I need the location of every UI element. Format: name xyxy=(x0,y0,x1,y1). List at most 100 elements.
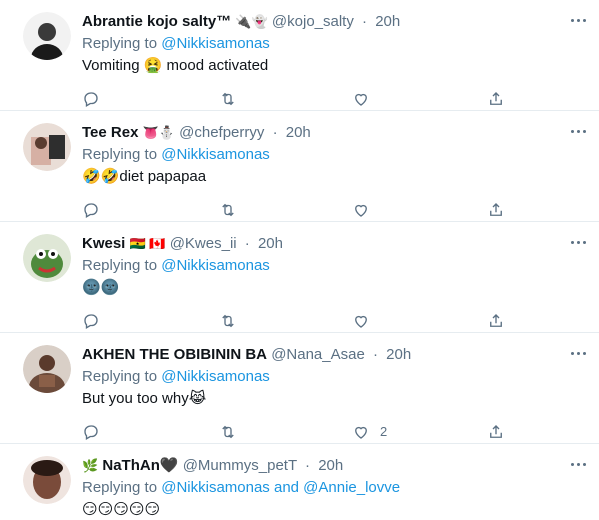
like-count: 2 xyxy=(380,424,388,439)
reply-button[interactable] xyxy=(82,201,100,221)
separator-dot: · xyxy=(362,13,368,30)
name-emoji: 🌿 xyxy=(82,458,99,473)
retweet-button[interactable] xyxy=(219,201,237,221)
replying-to: Replying to @Nikkisamonas and @Annie_lov… xyxy=(82,478,400,498)
share-icon xyxy=(490,425,502,438)
replying-to: Replying to @Nikkisamonas xyxy=(82,367,270,387)
replying-to-label: Replying to xyxy=(82,368,158,385)
share-icon xyxy=(490,203,502,216)
separator-dot: · xyxy=(244,235,250,252)
tweet-text: 🤣🤣diet papapaa xyxy=(82,168,207,185)
reply-button[interactable] xyxy=(82,312,100,332)
tweet-text: 🌚🌚 xyxy=(82,279,120,296)
tweet-header: AKHEN THE OBIBININ BA @Nana_Asae · 20h xyxy=(82,345,559,365)
timestamp[interactable]: 20h xyxy=(318,457,343,474)
timestamp[interactable]: 20h xyxy=(258,235,283,252)
tweet-card[interactable]: Tee Rex 👅⛄ @chefperryy · 20h Replying to… xyxy=(0,111,599,222)
reply-icon xyxy=(84,314,98,329)
tweet-card[interactable]: Abrantie kojo salty™ 🔌👻 @kojo_salty · 20… xyxy=(0,0,599,111)
tweet-text: 😏😏😏😏😏 xyxy=(82,501,161,518)
avatar[interactable] xyxy=(23,123,71,171)
retweet-icon xyxy=(222,425,234,439)
timestamp[interactable]: 20h xyxy=(386,346,411,363)
retweet-icon xyxy=(222,92,234,106)
tweet-actions: 2 xyxy=(82,423,512,443)
name-emoji: 🇬🇭 🇨🇦 xyxy=(129,236,166,251)
mention-link[interactable]: @Nikkisamonas xyxy=(161,368,270,385)
reply-icon xyxy=(84,203,98,218)
retweet-button[interactable] xyxy=(219,90,237,110)
tweet-card[interactable]: 🌿 NaThAn🖤 @Mummys_petT · 20h Replying to… xyxy=(0,444,599,519)
tweet-actions xyxy=(82,201,512,221)
replying-to: Replying to @Nikkisamonas xyxy=(82,145,270,165)
tweet-card[interactable]: AKHEN THE OBIBININ BA @Nana_Asae · 20h R… xyxy=(0,333,599,444)
mention-link[interactable]: @Nikkisamonas xyxy=(161,146,270,163)
like-button[interactable] xyxy=(352,90,370,110)
display-name[interactable]: Kwesi xyxy=(82,235,125,252)
reply-button[interactable] xyxy=(82,90,100,110)
reply-feed: Abrantie kojo salty™ 🔌👻 @kojo_salty · 20… xyxy=(0,0,599,519)
tweet-text: Vomiting 🤮 mood activated xyxy=(82,57,269,74)
mention-link[interactable]: @Nikkisamonas and @Annie_lovve xyxy=(161,479,400,496)
heart-icon xyxy=(355,204,367,217)
avatar[interactable] xyxy=(23,456,71,504)
like-button[interactable] xyxy=(352,201,370,221)
display-name[interactable]: NaThAn🖤 xyxy=(102,457,178,474)
avatar[interactable] xyxy=(23,345,71,393)
name-emoji: 👅⛄ xyxy=(142,125,175,140)
more-options-icon[interactable] xyxy=(569,12,587,30)
timestamp[interactable]: 20h xyxy=(375,13,400,30)
share-icon xyxy=(490,314,502,327)
retweet-icon xyxy=(222,314,234,328)
mention-link[interactable]: @Nikkisamonas xyxy=(161,35,270,52)
tweet-card[interactable]: Kwesi 🇬🇭 🇨🇦 @Kwes_ii · 20h Replying to @… xyxy=(0,222,599,333)
more-options-icon[interactable] xyxy=(569,123,587,141)
share-button[interactable] xyxy=(487,201,505,221)
heart-icon xyxy=(355,315,367,328)
user-handle[interactable]: @Nana_Asae xyxy=(271,346,365,363)
tweet-header: Tee Rex 👅⛄ @chefperryy · 20h xyxy=(82,123,559,143)
name-emoji: 🔌👻 xyxy=(235,14,268,29)
replying-to: Replying to @Nikkisamonas xyxy=(82,34,270,54)
share-button[interactable] xyxy=(487,312,505,332)
replying-to-label: Replying to xyxy=(82,146,158,163)
user-handle[interactable]: @chefperryy xyxy=(179,124,264,141)
like-button[interactable] xyxy=(352,312,370,332)
reply-button[interactable] xyxy=(82,423,100,443)
share-icon xyxy=(490,92,502,105)
more-options-icon[interactable] xyxy=(569,345,587,363)
display-name[interactable]: Abrantie kojo salty™ xyxy=(82,13,231,30)
tweet-text: But you too why😹 xyxy=(82,390,207,407)
share-button[interactable] xyxy=(487,90,505,110)
replying-to-label: Replying to xyxy=(82,257,158,274)
replying-to-label: Replying to xyxy=(82,35,158,52)
mention-link[interactable]: @Nikkisamonas xyxy=(161,257,270,274)
display-name[interactable]: AKHEN THE OBIBININ BA xyxy=(82,346,267,363)
tweet-header: Kwesi 🇬🇭 🇨🇦 @Kwes_ii · 20h xyxy=(82,234,559,254)
like-button[interactable]: 2 xyxy=(352,423,387,443)
more-options-icon[interactable] xyxy=(569,456,587,474)
retweet-button[interactable] xyxy=(219,312,237,332)
avatar[interactable] xyxy=(23,12,71,60)
more-options-icon[interactable] xyxy=(569,234,587,252)
heart-icon xyxy=(355,93,367,106)
replying-to-label: Replying to xyxy=(82,479,158,496)
user-handle[interactable]: @kojo_salty xyxy=(272,13,354,30)
tweet-header: Abrantie kojo salty™ 🔌👻 @kojo_salty · 20… xyxy=(82,12,559,32)
user-handle[interactable]: @Kwes_ii xyxy=(170,235,237,252)
display-name[interactable]: Tee Rex xyxy=(82,124,138,141)
timestamp[interactable]: 20h xyxy=(286,124,311,141)
tweet-actions xyxy=(82,312,512,332)
reply-icon xyxy=(84,425,98,440)
retweet-button[interactable] xyxy=(219,423,237,443)
separator-dot: · xyxy=(372,346,378,363)
separator-dot: · xyxy=(272,124,278,141)
avatar[interactable] xyxy=(23,234,71,282)
tweet-actions xyxy=(82,90,512,110)
replying-to: Replying to @Nikkisamonas xyxy=(82,256,270,276)
heart-icon xyxy=(355,426,367,439)
share-button[interactable] xyxy=(487,423,505,443)
retweet-icon xyxy=(222,203,234,217)
separator-dot: · xyxy=(305,457,311,474)
user-handle[interactable]: @Mummys_petT xyxy=(183,457,297,474)
